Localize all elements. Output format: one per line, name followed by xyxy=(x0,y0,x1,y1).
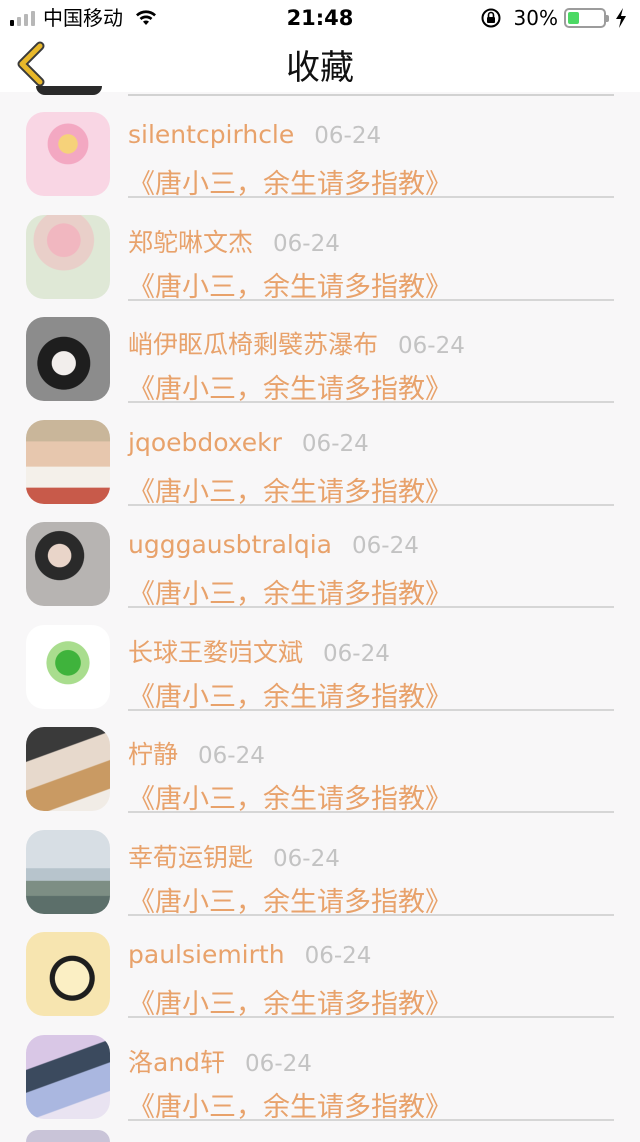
battery-icon xyxy=(564,8,609,28)
favorite-date: 06-24 xyxy=(198,743,265,769)
name-row: 峭伊眍瓜椅剩襞苏瀑布 06-24 xyxy=(128,325,465,361)
name-row: paulsiemirth 06-24 xyxy=(128,940,371,969)
rotation-lock-icon xyxy=(481,8,501,28)
user-name: 幸荀运钥匙 xyxy=(128,842,254,872)
name-row: 柠静 06-24 xyxy=(128,735,265,771)
user-name: ugggausbtralqia xyxy=(128,530,332,559)
jade-cabbage-avatar xyxy=(26,624,110,709)
name-row: ugggausbtralqia 06-24 xyxy=(128,530,419,559)
favorite-date: 06-24 xyxy=(304,943,372,969)
user-name: 洛and轩 xyxy=(128,1047,226,1077)
name-row: 幸荀运钥匙 06-24 xyxy=(128,838,340,874)
flowers-avatar xyxy=(26,214,110,299)
list-item[interactable]: 柠静 06-24 《唐小三，余生请多指教》 xyxy=(0,707,640,815)
list-item[interactable]: 长球王婺岿文斌 06-24 《唐小三，余生请多指教》 xyxy=(0,605,640,713)
user-name: jqoebdoxekr xyxy=(128,427,282,457)
list-item[interactable]: jqoebdoxekr 06-24 《唐小三，余生请多指教》 xyxy=(0,400,640,508)
name-row: silentcpirhcle 06-24 xyxy=(128,120,381,149)
favorite-date: 06-24 xyxy=(273,845,340,872)
user-name: 峭伊眍瓜椅剩襞苏瀑布 xyxy=(128,330,379,359)
favorite-date: 06-24 xyxy=(273,230,340,257)
navigation-bar: 收藏 xyxy=(0,36,640,92)
list-item[interactable]: silentcpirhcle 06-24 《唐小三，余生请多指教》 xyxy=(0,92,640,200)
charging-bolt-icon xyxy=(616,8,626,28)
buddha-avatar xyxy=(26,112,110,196)
battery-percent: 30% xyxy=(513,6,558,30)
list-item[interactable]: 峭伊眍瓜椅剩襞苏瀑布 06-24 《唐小三，余生请多指教》 xyxy=(0,297,640,405)
name-row: 长球王婺岿文斌 06-24 xyxy=(128,633,390,669)
user-name: 郑鸵啉文杰 xyxy=(128,227,254,257)
anime-face-avatar xyxy=(26,932,110,1016)
user-name: silentcpirhcle xyxy=(128,120,295,149)
favorite-date: 06-24 xyxy=(398,333,465,359)
favorite-date: 06-24 xyxy=(314,123,382,149)
seaside-avatar xyxy=(26,829,110,914)
list-item[interactable]: 洛and轩 06-24 《唐小三，余生请多指教》 xyxy=(0,1015,640,1123)
favorite-date: 06-24 xyxy=(323,640,390,667)
girl-portrait-avatar xyxy=(26,522,110,606)
list-item[interactable]: 幸荀运钥匙 06-24 《唐小三，余生请多指教》 xyxy=(0,810,640,918)
list-item[interactable]: 郑鸵啉文杰 06-24 《唐小三，余生请多指教》 xyxy=(0,195,640,303)
name-row: 洛and轩 06-24 xyxy=(128,1043,312,1079)
girl-snack-avatar xyxy=(26,419,110,504)
list-item[interactable]: paulsiemirth 06-24 《唐小三，余生请多指教》 xyxy=(0,912,640,1020)
girl-dog-avatar xyxy=(26,727,110,811)
page-title: 收藏 xyxy=(286,48,354,88)
favorite-date: 06-24 xyxy=(352,533,419,559)
favorite-date: 06-24 xyxy=(301,430,369,457)
name-row: 郑鸵啉文杰 06-24 xyxy=(128,223,340,259)
user-name: 长球王婺岿文斌 xyxy=(128,637,304,667)
anime-scene-avatar xyxy=(26,1034,110,1119)
list-item[interactable]: ugggausbtralqia 06-24 《唐小三，余生请多指教》 xyxy=(0,502,640,610)
masked-person-avatar xyxy=(26,317,110,401)
status-bar: 中国移动 21:48 30% xyxy=(0,0,640,36)
favorite-date: 06-24 xyxy=(245,1050,312,1077)
user-name: paulsiemirth xyxy=(128,940,285,969)
status-right: 30% xyxy=(480,6,628,30)
divider xyxy=(128,1118,614,1121)
avatar xyxy=(26,1130,110,1142)
user-name: 柠静 xyxy=(128,740,179,769)
name-row: jqoebdoxekr 06-24 xyxy=(128,428,369,457)
